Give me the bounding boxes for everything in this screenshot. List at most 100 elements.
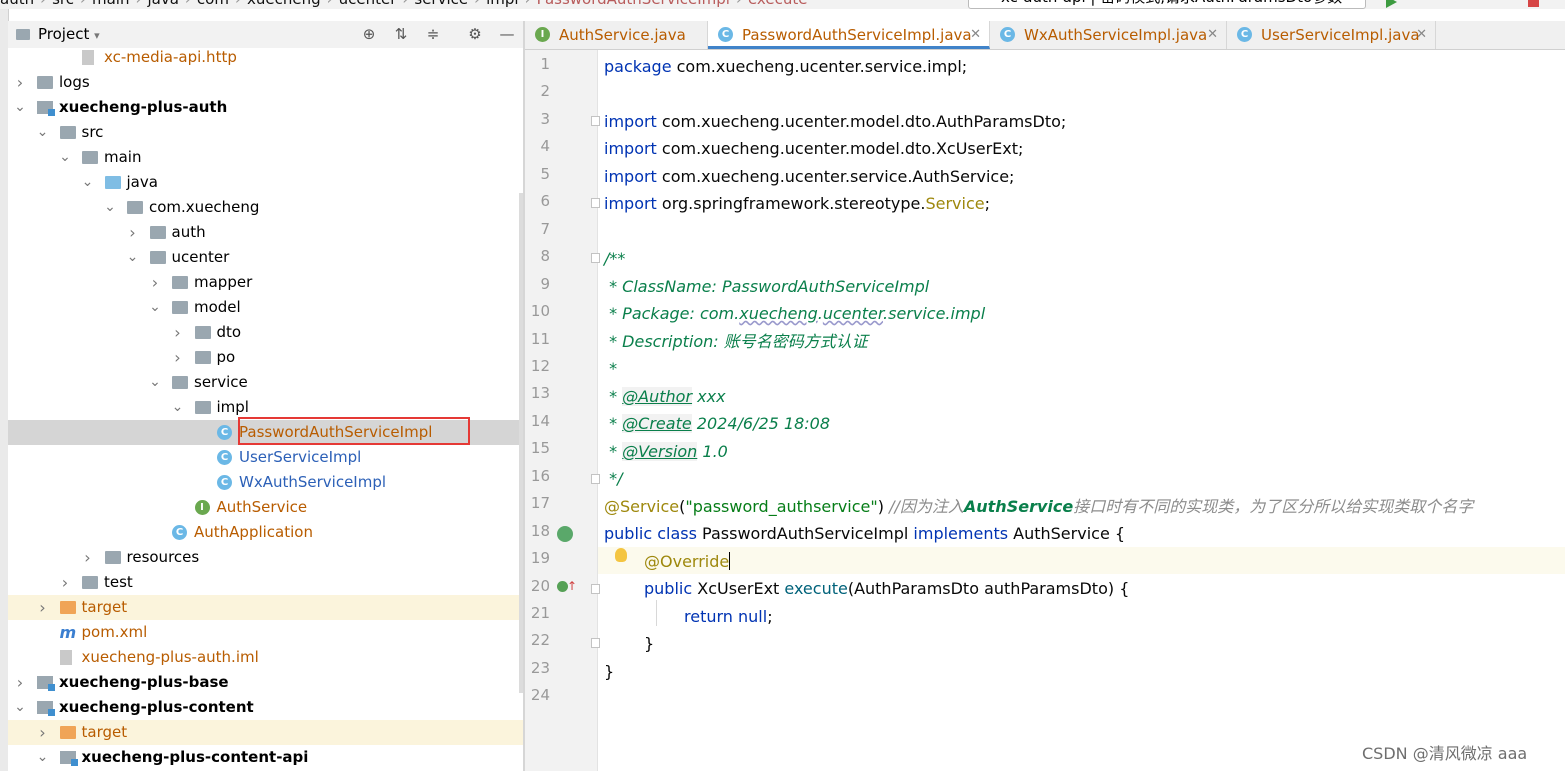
line-number: 23 — [530, 658, 550, 677]
tree-item[interactable]: ⌄ main — [8, 145, 523, 170]
tree-item-label: xuecheng-plus-auth — [59, 98, 228, 116]
chevron-right-icon[interactable]: › — [58, 570, 72, 595]
breadcrumb-item[interactable]: ucenter — [339, 0, 397, 8]
fold-marker[interactable] — [591, 584, 600, 594]
override-arrow-icon[interactable]: ↑ — [567, 579, 577, 593]
tree-item[interactable]: ⌄ xuecheng-plus-content — [8, 695, 523, 720]
tree-item[interactable]: xc-media-api.http — [8, 48, 523, 70]
close-icon[interactable]: ✕ — [970, 21, 981, 49]
editor-tab[interactable]: I AuthService.java — [525, 21, 708, 49]
chevron-down-icon[interactable]: ⌄ — [58, 145, 72, 170]
tree-item[interactable]: ⌄ src — [8, 120, 523, 145]
code-line-3: import com.xuecheng.ucenter.model.dto.Au… — [604, 112, 1067, 131]
tab-label: UserServiceImpl.java — [1261, 26, 1420, 44]
tree-item[interactable]: ⌄ ucenter — [8, 245, 523, 270]
fold-marker[interactable] — [591, 253, 600, 263]
chevron-down-icon[interactable]: ⌄ — [81, 170, 95, 195]
tree-item[interactable]: C AuthApplication — [8, 520, 523, 545]
tree-item[interactable]: C WxAuthServiceImpl — [8, 470, 523, 495]
tree-item[interactable]: I AuthService — [8, 495, 523, 520]
expand-all-icon[interactable]: ⇅ — [392, 25, 410, 43]
chevron-down-icon[interactable]: ⌄ — [13, 695, 27, 720]
tree-item[interactable]: › target — [8, 595, 523, 620]
tree-item[interactable]: ⌄ xuecheng-plus-auth — [8, 95, 523, 120]
chevron-down-icon[interactable]: ⌄ — [13, 95, 27, 120]
line-number: 9 — [540, 274, 550, 293]
tree-item[interactable]: › po — [8, 345, 523, 370]
spring-bean-icon[interactable] — [557, 526, 573, 542]
tree-item[interactable]: C PasswordAuthServiceImpl — [8, 420, 523, 445]
tree-item[interactable]: ⌄ xuecheng-plus-content-api — [8, 745, 523, 770]
project-view-selector[interactable]: Project ▾ — [16, 25, 100, 43]
breadcrumb-item[interactable]: java — [147, 0, 178, 8]
stop-icon[interactable] — [1528, 0, 1539, 7]
tree-item[interactable]: › auth — [8, 220, 523, 245]
code-line-1: package com.xuecheng.ucenter.service.imp… — [604, 57, 968, 76]
class-icon: C — [1000, 27, 1015, 42]
breadcrumb-item[interactable]: PasswordAuthServiceImpl — [537, 0, 730, 8]
chevron-down-icon[interactable]: ⌄ — [36, 120, 50, 145]
chevron-right-icon[interactable]: › — [13, 670, 27, 695]
breadcrumb-item[interactable]: main — [92, 0, 129, 8]
locate-file-icon[interactable]: ⊕ — [360, 25, 378, 43]
line-number: 8 — [540, 247, 550, 266]
tree-item[interactable]: ⌄ service — [8, 370, 523, 395]
breadcrumb-item[interactable]: xuecheng — [247, 0, 321, 8]
tree-item[interactable]: ⌄ model — [8, 295, 523, 320]
editor-tab[interactable]: C UserServiceImpl.java ✕ — [1227, 21, 1436, 49]
chevron-right-icon[interactable]: › — [126, 220, 140, 245]
chevron-down-icon[interactable]: ⌄ — [171, 395, 185, 420]
tree-item[interactable]: › logs — [8, 70, 523, 95]
collapse-all-icon[interactable]: ≑ — [424, 25, 442, 43]
fold-marker[interactable] — [591, 474, 600, 484]
tree-item[interactable]: › dto — [8, 320, 523, 345]
chevron-right-icon[interactable]: › — [171, 345, 185, 370]
breadcrumb-item[interactable]: src — [52, 0, 74, 8]
breadcrumb-item[interactable]: impl — [486, 0, 518, 8]
indent-guide — [656, 600, 657, 626]
gear-icon[interactable]: ⚙ — [466, 25, 484, 43]
tree-item[interactable]: ⌄ java — [8, 170, 523, 195]
fold-marker[interactable] — [591, 638, 600, 648]
chevron-right-icon[interactable]: › — [171, 320, 185, 345]
fold-marker[interactable] — [591, 198, 600, 208]
tree-item[interactable]: › test — [8, 570, 523, 595]
close-icon[interactable]: ✕ — [1416, 21, 1427, 49]
chevron-down-icon[interactable]: ⌄ — [36, 745, 50, 770]
code-editor[interactable]: package com.xuecheng.ucenter.service.imp… — [604, 50, 1564, 771]
chevron-right-icon[interactable]: › — [13, 70, 27, 95]
tree-item[interactable]: ⌄ com.xuecheng — [8, 195, 523, 220]
fold-marker[interactable] — [591, 116, 600, 126]
chevron-right-icon[interactable]: › — [81, 545, 95, 570]
tree-item[interactable]: m pom.xml — [8, 620, 523, 645]
line-number: 1 — [540, 55, 550, 73]
run-configuration-selector[interactable]: xc-auth-api | 密码模式,请求AuthParamsDto参数 — [968, 0, 1366, 9]
tree-item[interactable]: xuecheng-plus-auth.iml — [8, 645, 523, 670]
tab-label: WxAuthServiceImpl.java — [1024, 26, 1208, 44]
breadcrumb-item[interactable]: auth — [0, 0, 34, 8]
chevron-right-icon[interactable]: › — [36, 720, 50, 745]
api-file-icon — [82, 50, 94, 65]
chevron-down-icon[interactable]: ⌄ — [148, 295, 162, 320]
chevron-down-icon[interactable]: ⌄ — [126, 245, 140, 270]
tree-item[interactable]: › target — [8, 720, 523, 745]
chevron-down-icon[interactable]: ⌄ — [103, 195, 117, 220]
tree-item[interactable]: ⌄ impl — [8, 395, 523, 420]
tree-item[interactable]: › xuecheng-plus-base — [8, 670, 523, 695]
iml-file-icon — [59, 650, 72, 665]
close-icon[interactable]: ✕ — [1207, 21, 1218, 49]
chevron-right-icon[interactable]: › — [148, 270, 162, 295]
hide-panel-icon[interactable]: — — [498, 25, 516, 43]
tree-item[interactable]: › mapper — [8, 270, 523, 295]
project-folder-icon — [16, 29, 30, 40]
editor-tab[interactable]: C WxAuthServiceImpl.java ✕ — [990, 21, 1227, 49]
breadcrumb-item[interactable]: service — [414, 0, 468, 8]
editor-tab[interactable]: C PasswordAuthServiceImpl.java ✕ — [708, 21, 990, 49]
chevron-right-icon[interactable]: › — [36, 595, 50, 620]
chevron-down-icon[interactable]: ⌄ — [148, 370, 162, 395]
breadcrumb-item[interactable]: com — [197, 0, 229, 8]
breadcrumb-item[interactable]: execute — [748, 0, 807, 8]
run-icon[interactable] — [1386, 0, 1397, 8]
tree-item[interactable]: › resources — [8, 545, 523, 570]
tree-item[interactable]: C UserServiceImpl — [8, 445, 523, 470]
